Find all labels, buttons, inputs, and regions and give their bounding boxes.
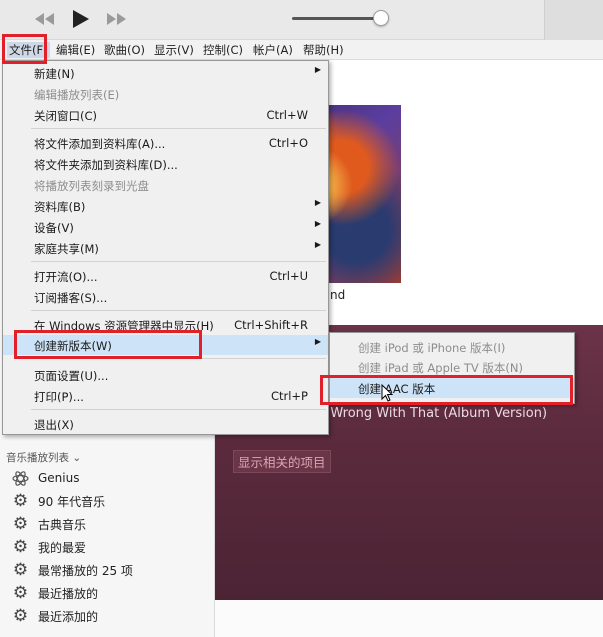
menu-song[interactable]: 歌曲(O) <box>104 42 145 58</box>
playlists-header[interactable]: 音乐播放列表 ⌄ <box>6 450 81 465</box>
album-title-fragment: nd <box>330 288 346 302</box>
menu-item-home-sharing[interactable]: 家庭共享(M) ▶ <box>3 238 328 258</box>
menu-edit[interactable]: 编辑(E) <box>56 42 95 58</box>
menu-item-print[interactable]: 打印(P)... Ctrl+P <box>3 386 328 406</box>
menu-separator <box>31 261 326 262</box>
menu-item-label: 关闭窗口(C) <box>34 109 98 123</box>
sidebar-item-classical[interactable]: ⚙ 古典音乐 <box>12 514 86 534</box>
menu-item-label: 打印(P)... <box>34 390 84 404</box>
play-icon[interactable] <box>69 9 91 29</box>
gear-icon: ⚙ <box>12 536 29 557</box>
menu-help[interactable]: 帮助(H) <box>303 42 344 58</box>
menu-item-label: 退出(X) <box>34 418 74 432</box>
sidebar-item-recently-added[interactable]: ⚙ 最近添加的 <box>12 606 98 626</box>
sidebar-item-label: 90 年代音乐 <box>38 494 106 509</box>
highlight-box-file-menu <box>2 34 47 64</box>
menu-controls[interactable]: 控制(C) <box>203 42 243 58</box>
menu-item-add-folder[interactable]: 将文件夹添加到资料库(D)... <box>3 154 328 174</box>
sidebar-item-top-25[interactable]: ⚙ 最常播放的 25 项 <box>12 560 133 580</box>
submenu-item-ipod-iphone: 创建 iPod 或 iPhone 版本(I) <box>330 337 574 357</box>
menu-item-shortcut: Ctrl+O <box>268 136 308 150</box>
gear-icon: ⚙ <box>12 513 29 534</box>
gear-icon: ⚙ <box>12 559 29 580</box>
highlight-box-aac-version <box>320 375 573 405</box>
menu-item-label: 订阅播客(S)... <box>34 291 108 305</box>
menu-item-label: 编辑播放列表(E) <box>34 88 120 102</box>
gear-icon: ⚙ <box>12 582 29 603</box>
menu-item-burn-playlist: 将播放列表刻录到光盘 <box>3 175 328 195</box>
player-toolbar <box>0 0 603 40</box>
gear-icon: ⚙ <box>12 605 29 626</box>
submenu-arrow-icon: ▶ <box>314 240 321 249</box>
menu-item-label: 创建 iPad 或 Apple TV 版本(N) <box>358 361 523 375</box>
menu-item-shortcut: Ctrl+Shift+R <box>234 318 308 332</box>
genius-icon <box>12 470 29 486</box>
menu-item-close-window[interactable]: 关闭窗口(C) Ctrl+W <box>3 105 328 125</box>
menu-item-shortcut: Ctrl+P <box>270 389 308 403</box>
sidebar-item-90s-music[interactable]: ⚙ 90 年代音乐 <box>12 491 105 511</box>
rewind-icon[interactable] <box>33 9 57 29</box>
menu-item-label: 页面设置(U)... <box>34 369 109 383</box>
menu-item-label: 打开流(O)... <box>34 270 98 284</box>
sidebar-item-label: 最近播放的 <box>38 586 99 601</box>
menu-item-new[interactable]: 新建(N) ▶ <box>3 63 328 83</box>
sidebar-item-label: 最近添加的 <box>38 609 99 624</box>
menu-item-subscribe-podcast[interactable]: 订阅播客(S)... <box>3 287 328 307</box>
song-title[interactable]: g Wrong With That (Album Version) <box>318 406 547 421</box>
sidebar-item-genius[interactable]: Genius <box>12 468 79 488</box>
content-footer <box>215 600 603 637</box>
sidebar-item-label: 我的最爱 <box>38 540 87 555</box>
menu-view[interactable]: 显示(V) <box>154 42 194 58</box>
menu-item-shortcut: Ctrl+W <box>266 108 308 122</box>
submenu-arrow-icon: ▶ <box>314 65 321 74</box>
menu-item-library[interactable]: 资料库(B) ▶ <box>3 196 328 216</box>
highlight-box-create-version <box>14 330 202 359</box>
menu-item-label: 将播放列表刻录到光盘 <box>34 179 149 193</box>
sidebar-item-label: 最常播放的 25 项 <box>38 563 133 578</box>
menu-item-devices[interactable]: 设备(V) ▶ <box>3 217 328 237</box>
menu-separator <box>31 128 326 129</box>
menu-separator <box>31 409 326 410</box>
fast-forward-icon[interactable] <box>104 9 128 29</box>
sidebar-item-favorites[interactable]: ⚙ 我的最爱 <box>12 537 86 557</box>
volume-slider-knob[interactable] <box>373 10 389 26</box>
menu-bar: 文件(F) 编辑(E) 歌曲(O) 显示(V) 控制(C) 帐户(A) 帮助(H… <box>0 40 603 60</box>
volume-slider-track[interactable] <box>292 17 384 20</box>
menu-item-label: 将文件夹添加到资料库(D)... <box>34 158 178 172</box>
gear-icon: ⚙ <box>12 490 29 511</box>
menu-item-label: 将文件添加到资料库(A)... <box>34 137 166 151</box>
menu-item-label: 创建 iPod 或 iPhone 版本(I) <box>358 341 506 355</box>
menu-item-edit-playlist: 编辑播放列表(E) <box>3 84 328 104</box>
show-related-button[interactable]: 显示相关的项目 <box>233 450 331 473</box>
menu-item-label: 家庭共享(M) <box>34 242 99 256</box>
submenu-arrow-icon: ▶ <box>314 198 321 207</box>
menu-separator <box>31 310 326 311</box>
menu-item-label: 资料库(B) <box>34 200 86 214</box>
menu-item-page-setup[interactable]: 页面设置(U)... <box>3 365 328 385</box>
status-display <box>544 0 603 40</box>
submenu-arrow-icon: ▶ <box>314 337 321 346</box>
menu-item-exit[interactable]: 退出(X) <box>3 414 328 434</box>
menu-item-add-file[interactable]: 将文件添加到资料库(A)... Ctrl+O <box>3 133 328 153</box>
file-menu-dropdown: 新建(N) ▶ 编辑播放列表(E) 关闭窗口(C) Ctrl+W 将文件添加到资… <box>2 60 329 435</box>
sidebar-item-label: 古典音乐 <box>38 517 87 532</box>
menu-item-label: 设备(V) <box>34 221 74 235</box>
menu-item-open-stream[interactable]: 打开流(O)... Ctrl+U <box>3 266 328 286</box>
sidebar-item-recently-played[interactable]: ⚙ 最近播放的 <box>12 583 98 603</box>
menu-item-label: 新建(N) <box>34 67 75 81</box>
submenu-arrow-icon: ▶ <box>314 219 321 228</box>
submenu-item-ipad-appletv: 创建 iPad 或 Apple TV 版本(N) <box>330 357 574 377</box>
menu-account[interactable]: 帐户(A) <box>253 42 293 58</box>
sidebar-item-label: Genius <box>38 471 80 485</box>
menu-item-shortcut: Ctrl+U <box>269 269 308 283</box>
